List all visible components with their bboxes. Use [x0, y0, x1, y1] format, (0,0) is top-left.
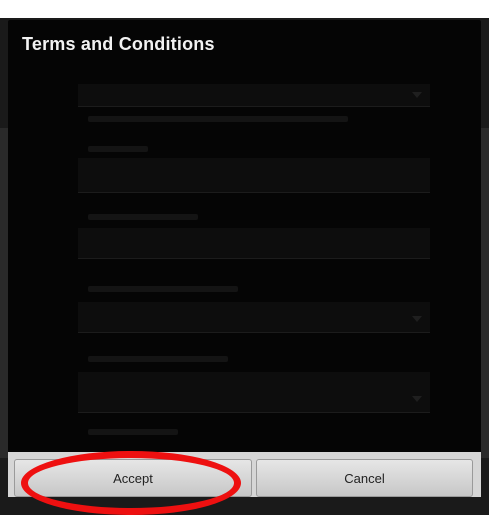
dimmed-label — [88, 286, 238, 292]
dimmed-text-block — [78, 228, 430, 259]
cancel-button[interactable]: Cancel — [256, 459, 473, 497]
dimmed-text-block — [78, 158, 430, 193]
dialog-title: Terms and Conditions — [22, 34, 215, 54]
dimmed-label — [88, 356, 228, 362]
dimmed-text — [88, 116, 348, 122]
dialog-button-bar: Accept Cancel — [8, 452, 481, 497]
dimmed-field — [78, 302, 430, 333]
dimmed-label — [88, 214, 198, 220]
dimmed-label — [88, 429, 178, 435]
dialog-content[interactable] — [8, 74, 481, 449]
dimmed-field — [78, 372, 430, 413]
dropdown-caret-icon — [412, 316, 422, 322]
dropdown-caret-icon — [412, 396, 422, 402]
accept-button[interactable]: Accept — [14, 459, 252, 497]
dimmed-label — [88, 146, 148, 152]
terms-dialog: Terms and Conditions Accept Cancel — [8, 20, 481, 497]
top-banner — [0, 0, 489, 18]
dimmed-field — [78, 84, 430, 107]
dropdown-caret-icon — [412, 92, 422, 98]
